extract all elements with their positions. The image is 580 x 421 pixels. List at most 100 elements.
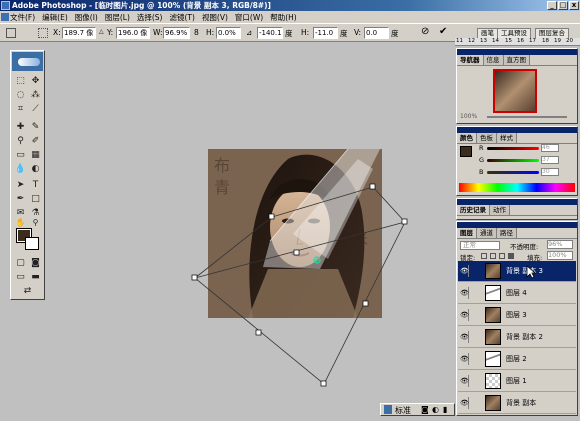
opacity-field[interactable]: 96%: [547, 240, 573, 249]
transform-handle[interactable]: [293, 249, 300, 256]
quickmask-mode-icon[interactable]: ◙: [29, 257, 42, 269]
y-position-field[interactable]: 196.0 像: [116, 27, 150, 39]
red-value[interactable]: 46: [541, 144, 559, 152]
tab-navigator[interactable]: 导航器: [457, 55, 484, 65]
maximize-button[interactable]: □: [558, 1, 568, 10]
imageready-icon[interactable]: [384, 405, 392, 414]
marquee-tool-icon[interactable]: ⬚: [14, 75, 27, 87]
delta-icon[interactable]: △: [99, 28, 104, 35]
history-brush-icon[interactable]: ✐: [29, 135, 42, 147]
zoom-tool-icon[interactable]: ⚲: [29, 217, 42, 229]
transform-bounding-box[interactable]: [190, 160, 415, 390]
fullscreen-mode-icon[interactable]: ▬: [29, 271, 42, 283]
layer-row[interactable]: 👁 图层 4: [458, 283, 576, 304]
height-field[interactable]: 0.0%: [216, 27, 241, 39]
tab-actions[interactable]: 动作: [490, 205, 510, 215]
palette-foreground-swatch[interactable]: [460, 146, 472, 157]
tab-color[interactable]: 颜色: [457, 133, 477, 143]
menu-window[interactable]: 窗口(W): [235, 12, 263, 23]
v-skew-field[interactable]: 0.0: [364, 27, 389, 39]
menu-help[interactable]: 帮助(H): [270, 12, 297, 23]
fullscreen-icon[interactable]: ▮: [443, 405, 447, 414]
slice-tool-icon[interactable]: ⟋: [29, 103, 42, 115]
menu-file[interactable]: 文件(F): [10, 12, 35, 23]
menu-layer[interactable]: 图层(L): [105, 12, 130, 23]
lock-transparency-icon[interactable]: [481, 253, 487, 259]
clone-stamp-icon[interactable]: ⚲: [14, 135, 27, 147]
zoom-slider[interactable]: [487, 116, 567, 118]
width-field[interactable]: 96.9%: [163, 27, 190, 39]
crop-tool-icon[interactable]: ⌗: [14, 103, 27, 115]
tab-layers[interactable]: 图层: [457, 228, 477, 238]
gradient-tool-icon[interactable]: ▦: [29, 149, 42, 161]
visibility-eye-icon[interactable]: 👁: [460, 265, 469, 277]
brush-tool-icon[interactable]: ✎: [29, 121, 42, 133]
path-selection-icon[interactable]: ➤: [14, 179, 27, 191]
transform-handle[interactable]: [255, 329, 262, 336]
eraser-tool-icon[interactable]: ▭: [14, 149, 27, 161]
transform-handle[interactable]: [268, 213, 275, 220]
tab-info[interactable]: 信息: [483, 55, 504, 65]
reference-point-icon[interactable]: [38, 28, 48, 38]
tab-histogram[interactable]: 直方图: [503, 55, 530, 65]
blue-value[interactable]: 30: [541, 168, 559, 176]
visibility-eye-icon[interactable]: 👁: [460, 353, 469, 365]
x-position-field[interactable]: 189.7 像: [62, 27, 96, 39]
visibility-eye-icon[interactable]: 👁: [460, 331, 469, 343]
h-skew-field[interactable]: -11.0: [313, 27, 338, 39]
shape-tool-icon[interactable]: □: [29, 193, 42, 205]
blend-mode-select[interactable]: 正常: [460, 241, 500, 250]
lock-position-icon[interactable]: [499, 253, 505, 259]
cancel-transform-icon[interactable]: ⊘: [421, 26, 429, 37]
layer-row[interactable]: 👁 背景 副本 3: [458, 261, 576, 282]
transform-handle[interactable]: [369, 183, 376, 190]
standard-mode-icon[interactable]: ▢: [14, 257, 27, 269]
minimize-button[interactable]: _: [547, 1, 557, 10]
document-icon[interactable]: [1, 13, 9, 21]
healing-brush-icon[interactable]: ✚: [14, 121, 27, 133]
jump-to-imageready-icon[interactable]: ⇄: [21, 285, 34, 297]
layer-row[interactable]: 👁 图层 3: [458, 305, 576, 326]
hand-tool-icon[interactable]: ✋: [14, 217, 27, 229]
color-spectrum-bar[interactable]: [459, 183, 575, 192]
lock-image-icon[interactable]: [490, 253, 496, 259]
screen-mode-label[interactable]: 标准: [395, 405, 411, 416]
tab-styles[interactable]: 样式: [497, 133, 517, 143]
layer-row[interactable]: 👁 图层 2: [458, 349, 576, 370]
menu-image[interactable]: 图像(I): [75, 12, 98, 23]
blur-tool-icon[interactable]: 💧: [14, 163, 27, 175]
visibility-eye-icon[interactable]: 👁: [460, 375, 469, 387]
menu-view[interactable]: 视图(V): [202, 12, 228, 23]
move-tool-icon[interactable]: ✥: [29, 75, 42, 87]
green-slider[interactable]: [487, 159, 539, 162]
red-slider[interactable]: [487, 147, 539, 150]
angle-field[interactable]: -140.1: [257, 27, 283, 39]
type-tool-icon[interactable]: T: [29, 179, 42, 191]
blue-slider[interactable]: [487, 171, 539, 174]
tab-paths[interactable]: 路径: [497, 228, 517, 238]
tab-channels[interactable]: 通道: [477, 228, 497, 238]
visibility-eye-icon[interactable]: 👁: [460, 287, 469, 299]
link-icon[interactable]: 8: [194, 28, 199, 37]
menu-edit[interactable]: 编辑(E): [42, 12, 68, 23]
background-color-swatch[interactable]: [25, 237, 39, 250]
lock-all-icon[interactable]: [508, 253, 514, 259]
visibility-eye-icon[interactable]: 👁: [460, 309, 469, 321]
quickmask-icon[interactable]: ◐: [432, 405, 439, 414]
standard-screen-icon[interactable]: ◙: [421, 405, 429, 414]
layer-row[interactable]: 👁 背景 副本: [458, 393, 576, 414]
navigator-thumbnail[interactable]: [493, 69, 537, 113]
transform-handle[interactable]: [191, 274, 198, 281]
commit-transform-icon[interactable]: ✔: [439, 26, 447, 37]
menu-filter[interactable]: 滤镜(T): [170, 12, 195, 23]
fill-field[interactable]: 100%: [547, 251, 573, 260]
tab-swatches[interactable]: 色板: [477, 133, 497, 143]
close-button[interactable]: x: [569, 1, 579, 10]
menu-select[interactable]: 选择(S): [137, 12, 163, 23]
navigator-zoom[interactable]: 100%: [460, 113, 477, 120]
screen-mode-icon[interactable]: ▭: [14, 271, 27, 283]
toolbox-header[interactable]: [12, 52, 43, 71]
transform-handle[interactable]: [320, 380, 327, 387]
dodge-tool-icon[interactable]: ◐: [29, 163, 42, 175]
pen-tool-icon[interactable]: ✒: [14, 193, 27, 205]
